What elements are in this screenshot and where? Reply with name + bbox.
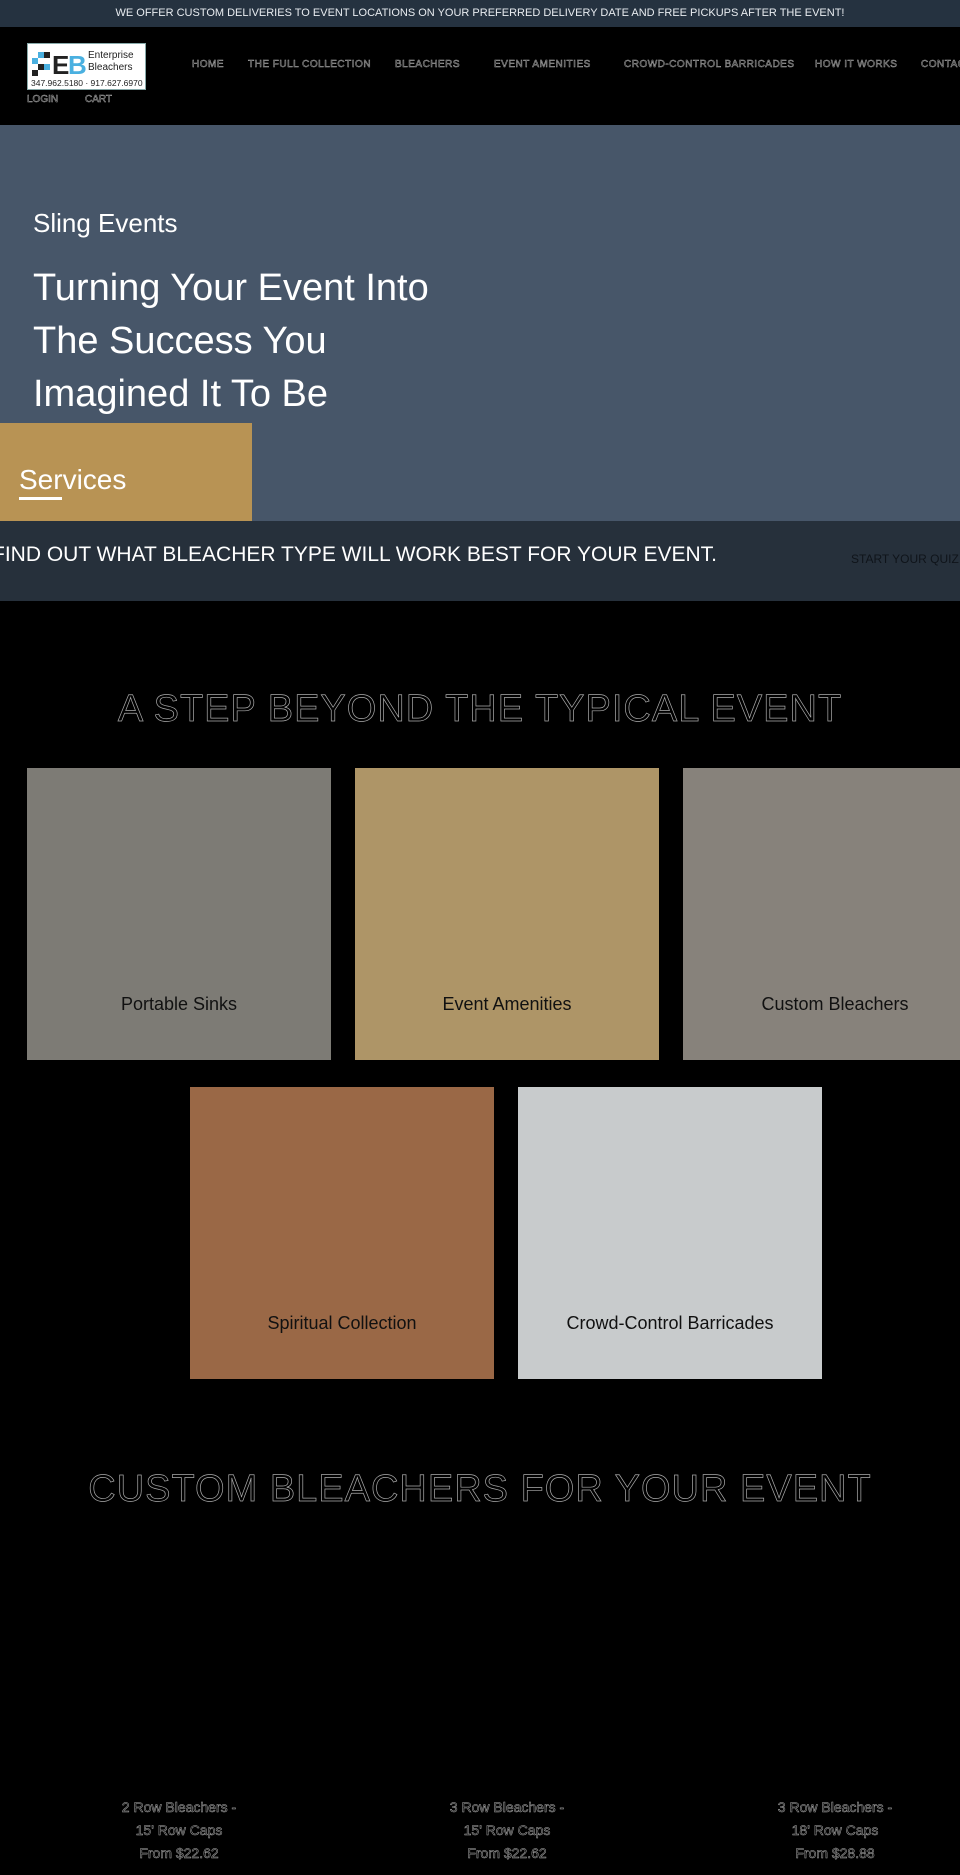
section-title: A STEP BEYOND THE TYPICAL EVENT [117, 688, 843, 731]
svg-text:Enterprise: Enterprise [88, 50, 134, 61]
hero-heading-line: Imagined It To Be [33, 373, 329, 415]
hero-eyebrow: Sling Events [33, 208, 178, 238]
svg-text:B: B [68, 50, 87, 80]
nav-event-amenities[interactable]: EVENT AMENITIES [494, 59, 591, 71]
announcement-bar: WE OFFER CUSTOM DELIVERIES TO EVENT LOCA… [0, 0, 960, 27]
services-button[interactable]: Services [0, 423, 252, 521]
logo[interactable]: E B Enterprise Bleachers 347.962.5180 · … [27, 43, 146, 90]
product-price: From $22.62 [467, 1845, 547, 1862]
hero-heading-line: The Success You [33, 320, 327, 362]
product-name: 2 Row Bleachers - [121, 1799, 237, 1816]
product-price: From $22.62 [139, 1845, 219, 1862]
product-size: 18' Row Caps [791, 1822, 879, 1839]
quiz-text: FIND OUT WHAT BLEACHER TYPE WILL WORK BE… [0, 543, 718, 566]
category-card-spiritual-collection[interactable]: Spiritual Collection [190, 1087, 494, 1379]
category-card-crowd-control[interactable]: Crowd-Control Barricades [518, 1087, 822, 1379]
product-size: 15' Row Caps [135, 1822, 223, 1839]
product-price: From $28.88 [795, 1845, 875, 1862]
cart-link[interactable]: CART [85, 94, 113, 106]
svg-text:Bleachers: Bleachers [88, 62, 132, 73]
nav-how-it-works[interactable]: HOW IT WORKS [815, 59, 897, 71]
product-item[interactable]: 3 Row Bleachers - 15' Row Caps From $22.62 [357, 1796, 657, 1865]
nav-home[interactable]: HOME [192, 59, 224, 71]
nav-crowd-control[interactable]: CROWD-CONTROL BARRICADES [624, 59, 795, 71]
card-label: Spiritual Collection [267, 1313, 417, 1333]
nav-full-collection[interactable]: THE FULL COLLECTION [248, 59, 371, 71]
services-label: Services [19, 464, 127, 495]
card-label: Crowd-Control Barricades [566, 1313, 774, 1333]
card-label: Portable Sinks [120, 994, 238, 1014]
card-label: Custom Bleachers [761, 994, 909, 1014]
section-title: CUSTOM BLEACHERS FOR YOUR EVENT [88, 1468, 872, 1511]
nav-bleachers[interactable]: BLEACHERS [395, 59, 460, 71]
login-link[interactable]: LOGIN [27, 94, 59, 106]
product-item[interactable]: 3 Row Bleachers - 18' Row Caps From $28.88 [685, 1796, 960, 1865]
product-item[interactable]: 2 Row Bleachers - 15' Row Caps From $22.62 [29, 1796, 329, 1865]
nav-contact[interactable]: CONTACT [921, 59, 960, 71]
card-label: Event Amenities [442, 994, 572, 1014]
hero-heading-line: Turning Your Event Into [33, 267, 429, 309]
category-card-event-amenities[interactable]: Event Amenities [355, 768, 659, 1060]
start-quiz-button[interactable]: START YOUR QUIZ [851, 552, 959, 566]
category-card-custom-bleachers[interactable]: Custom Bleachers [683, 768, 960, 1060]
svg-text:347.962.5180 · 917.627.6970: 347.962.5180 · 917.627.6970 [31, 78, 143, 88]
product-size: 15' Row Caps [463, 1822, 551, 1839]
product-name: 3 Row Bleachers - [777, 1799, 893, 1816]
logo-mark-icon: E B Enterprise Bleachers 347.962.5180 · … [31, 50, 143, 88]
services-underline [19, 497, 62, 500]
product-name: 3 Row Bleachers - [449, 1799, 565, 1816]
svg-text:E: E [52, 50, 69, 80]
category-card-portable-sinks[interactable]: Portable Sinks [27, 768, 331, 1060]
quiz-banner: FIND OUT WHAT BLEACHER TYPE WILL WORK BE… [0, 521, 960, 601]
